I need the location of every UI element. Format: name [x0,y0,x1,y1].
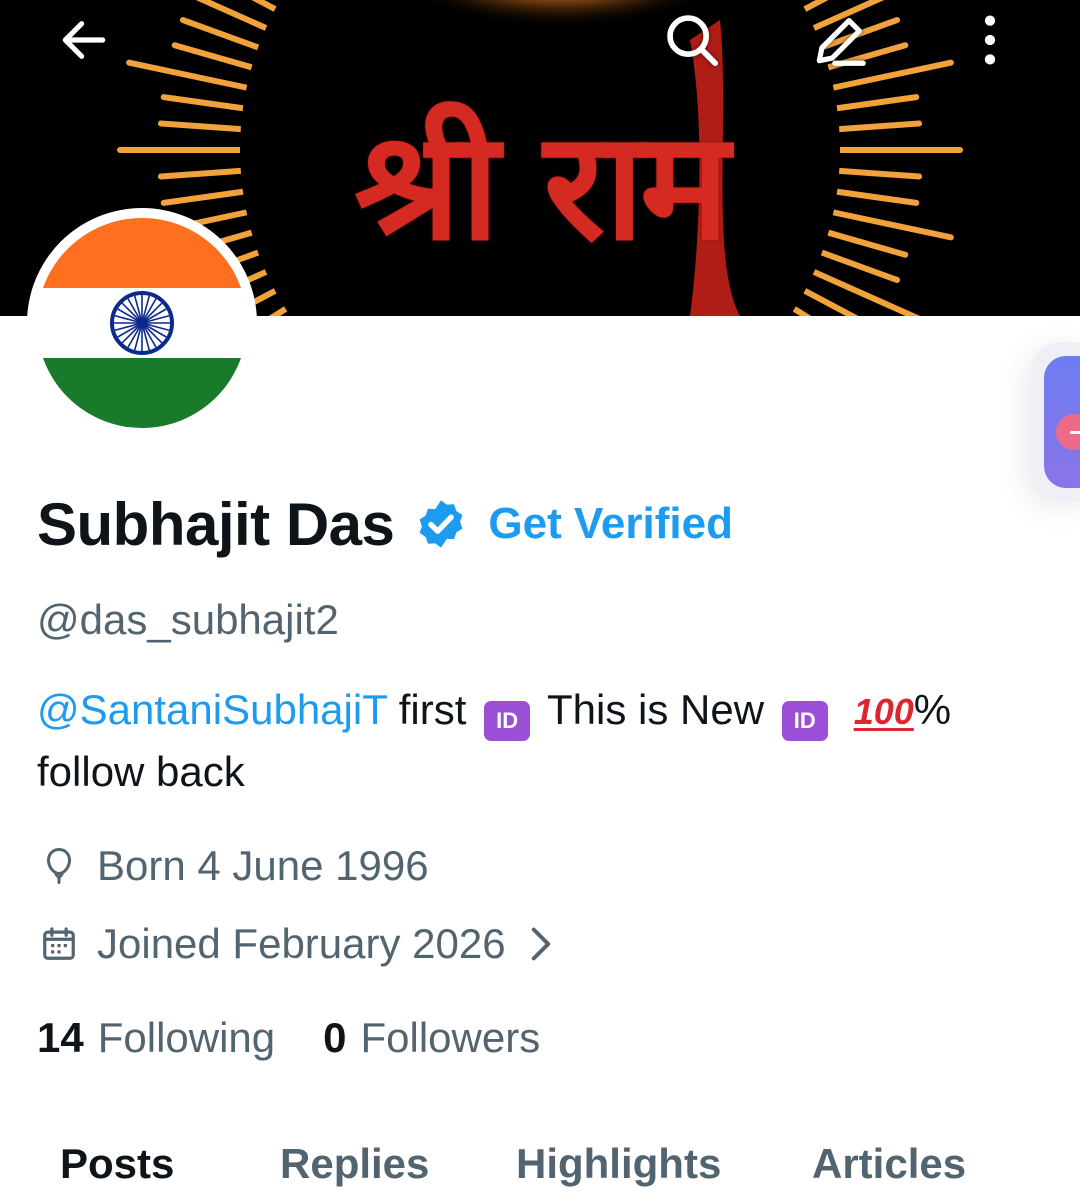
bio-text: first [387,686,479,733]
tab-highlights[interactable]: Highlights [516,1140,721,1188]
profile-tabs: Posts Replies Highlights Articles [0,1140,1080,1200]
following-label: Following [97,1014,276,1061]
following-count: 14 [37,1014,84,1061]
followers-link[interactable]: 0 Followers [323,1014,540,1062]
calendar-icon [37,922,81,966]
tab-posts[interactable]: Posts [60,1140,174,1188]
followers-count: 0 [323,1014,347,1061]
id-emoji: ID [484,701,531,741]
following-link[interactable]: 14 Following [37,1014,275,1062]
india-flag-avatar [37,218,247,428]
back-button[interactable] [52,8,116,72]
more-vertical-icon [984,15,996,65]
profile-avatar[interactable] [27,208,257,438]
tab-articles[interactable]: Articles [812,1140,966,1188]
joined-row[interactable]: Joined February 2026 [37,914,554,974]
birthday-text: Born 4 June 1996 [97,842,429,889]
get-verified-link[interactable]: Get Verified [488,499,733,549]
edit-button[interactable] [808,8,872,72]
banner-title: श्री राम [354,100,729,274]
name-row: Subhajit Das Get Verified [37,486,733,562]
minus-icon [1056,414,1080,450]
balloon-icon [37,844,81,888]
search-icon [667,15,719,67]
bio-text: This is New [536,686,776,733]
hundred-points-emoji: 100 [853,691,914,732]
floating-widget-button[interactable] [1044,356,1080,488]
profile-bio: @SantaniSubhajiT first ID This is New ID… [37,680,1037,802]
bio-text: % [913,686,952,733]
arrow-left-icon [62,21,106,59]
display-name: Subhajit Das [37,490,395,558]
birthday-row: Born 4 June 1996 [37,836,429,896]
bio-text-line2: follow back [37,748,245,795]
edit-icon [816,18,866,66]
followers-label: Followers [360,1014,541,1061]
id-emoji: ID [781,701,828,741]
search-button[interactable] [660,8,724,72]
user-handle: @das_subhajit2 [37,596,339,643]
bio-mention-link[interactable]: @SantaniSubhajiT [37,686,387,733]
joined-text: Joined February 2026 [97,920,506,967]
floating-widget[interactable] [1032,342,1080,502]
more-button[interactable] [958,8,1022,72]
follow-stats: 14 Following 0 Followers [37,1008,540,1068]
verified-badge-icon[interactable] [414,497,468,551]
chevron-right-icon [528,926,554,962]
tab-replies[interactable]: Replies [280,1140,429,1188]
